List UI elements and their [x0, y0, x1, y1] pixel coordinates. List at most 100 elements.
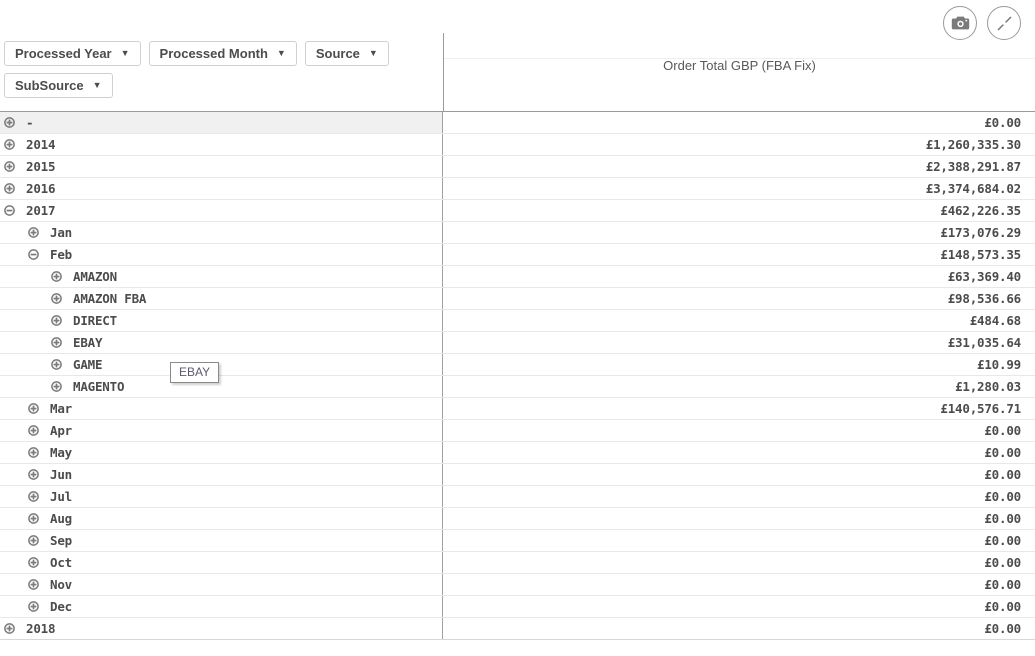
dimension-cell[interactable]: EBAY — [0, 332, 443, 353]
measure-cell[interactable]: £173,076.29 — [443, 222, 1035, 243]
table-row[interactable]: Jul £0.00 — [0, 486, 1035, 508]
measure-cell[interactable]: £0.00 — [443, 530, 1035, 551]
filter-subsource[interactable]: SubSource ▼ — [4, 73, 113, 98]
measure-cell[interactable]: £98,536.66 — [443, 288, 1035, 309]
measure-cell[interactable]: £0.00 — [443, 464, 1035, 485]
dimension-cell[interactable]: - — [0, 112, 443, 133]
dimension-cell[interactable]: 2016 — [0, 178, 443, 199]
expand-icon[interactable] — [28, 557, 39, 568]
dimension-cell[interactable]: Aug — [0, 508, 443, 529]
expand-icon[interactable] — [4, 183, 15, 194]
measure-cell[interactable]: £0.00 — [443, 486, 1035, 507]
table-row[interactable]: 2017 £462,226.35 — [0, 200, 1035, 222]
dimension-cell[interactable]: AMAZON — [0, 266, 443, 287]
measure-cell[interactable]: £10.99 — [443, 354, 1035, 375]
measure-cell[interactable]: £0.00 — [443, 442, 1035, 463]
measure-cell[interactable]: £0.00 — [443, 508, 1035, 529]
table-row[interactable]: Jun £0.00 — [0, 464, 1035, 486]
measure-cell[interactable]: £0.00 — [443, 574, 1035, 595]
dimension-cell[interactable]: Jan — [0, 222, 443, 243]
expand-icon[interactable] — [28, 469, 39, 480]
measure-column-header[interactable]: Order Total GBP (FBA Fix) — [444, 33, 1035, 112]
expand-icon[interactable] — [28, 447, 39, 458]
dimension-cell[interactable]: AMAZON FBA — [0, 288, 443, 309]
table-row[interactable]: 2014 £1,260,335.30 — [0, 134, 1035, 156]
measure-cell[interactable]: £0.00 — [443, 618, 1035, 639]
collapse-icon[interactable] — [28, 249, 39, 260]
measure-cell[interactable]: £2,388,291.87 — [443, 156, 1035, 177]
expand-icon[interactable] — [28, 491, 39, 502]
table-row[interactable]: Nov £0.00 — [0, 574, 1035, 596]
table-row[interactable]: Dec £0.00 — [0, 596, 1035, 618]
expand-icon[interactable] — [28, 535, 39, 546]
dimension-cell[interactable]: Sep — [0, 530, 443, 551]
dimension-cell[interactable]: Nov — [0, 574, 443, 595]
expand-icon[interactable] — [28, 601, 39, 612]
expand-icon[interactable] — [4, 139, 15, 150]
expand-icon[interactable] — [51, 381, 62, 392]
measure-cell[interactable]: £1,280.03 — [443, 376, 1035, 397]
dimension-cell[interactable]: 2018 — [0, 618, 443, 639]
table-row[interactable]: AMAZON £63,369.40 — [0, 266, 1035, 288]
expand-icon[interactable] — [51, 315, 62, 326]
expand-icon[interactable] — [4, 623, 15, 634]
dimension-cell[interactable]: Feb — [0, 244, 443, 265]
expand-icon[interactable] — [51, 271, 62, 282]
table-row[interactable]: - £0.00 — [0, 112, 1035, 134]
table-row[interactable]: Feb £148,573.35 — [0, 244, 1035, 266]
measure-cell[interactable]: £484.68 — [443, 310, 1035, 331]
dimension-cell[interactable]: Dec — [0, 596, 443, 617]
expand-icon[interactable] — [28, 227, 39, 238]
measure-cell[interactable]: £462,226.35 — [443, 200, 1035, 221]
measure-cell[interactable]: £0.00 — [443, 420, 1035, 441]
dimension-cell[interactable]: 2017 — [0, 200, 443, 221]
table-row[interactable]: Mar £140,576.71 — [0, 398, 1035, 420]
table-row[interactable]: GAME £10.99 — [0, 354, 1035, 376]
table-row[interactable]: Jan £173,076.29 — [0, 222, 1035, 244]
measure-cell[interactable]: £140,576.71 — [443, 398, 1035, 419]
dimension-cell[interactable]: Jun — [0, 464, 443, 485]
table-row[interactable]: Sep £0.00 — [0, 530, 1035, 552]
expand-icon[interactable] — [51, 337, 62, 348]
dimension-cell[interactable]: MAGENTO — [0, 376, 443, 397]
filter-processed-year[interactable]: Processed Year ▼ — [4, 41, 141, 66]
table-row[interactable]: 2016 £3,374,684.02 — [0, 178, 1035, 200]
expand-icon[interactable] — [28, 579, 39, 590]
measure-cell[interactable]: £63,369.40 — [443, 266, 1035, 287]
expand-icon[interactable] — [4, 161, 15, 172]
table-row[interactable]: May £0.00 — [0, 442, 1035, 464]
dimension-cell[interactable]: Jul — [0, 486, 443, 507]
table-row[interactable]: Aug £0.00 — [0, 508, 1035, 530]
table-row[interactable]: Oct £0.00 — [0, 552, 1035, 574]
expand-icon[interactable] — [51, 293, 62, 304]
expand-icon[interactable] — [28, 513, 39, 524]
dimension-cell[interactable]: GAME — [0, 354, 443, 375]
table-row[interactable]: AMAZON FBA £98,536.66 — [0, 288, 1035, 310]
snapshot-button[interactable] — [943, 6, 977, 40]
measure-cell[interactable]: £31,035.64 — [443, 332, 1035, 353]
expand-icon[interactable] — [51, 359, 62, 370]
measure-cell[interactable]: £3,374,684.02 — [443, 178, 1035, 199]
table-row[interactable]: DIRECT £484.68 — [0, 310, 1035, 332]
measure-cell[interactable]: £1,260,335.30 — [443, 134, 1035, 155]
dimension-cell[interactable]: Mar — [0, 398, 443, 419]
measure-cell[interactable]: £148,573.35 — [443, 244, 1035, 265]
measure-cell[interactable]: £0.00 — [443, 552, 1035, 573]
filter-source[interactable]: Source ▼ — [304, 41, 389, 66]
dimension-cell[interactable]: 2015 — [0, 156, 443, 177]
table-row[interactable]: MAGENTO £1,280.03 — [0, 376, 1035, 398]
fullscreen-button[interactable] — [987, 6, 1021, 40]
filter-processed-month[interactable]: Processed Month ▼ — [148, 41, 297, 66]
measure-cell[interactable]: £0.00 — [443, 112, 1035, 133]
expand-icon[interactable] — [28, 425, 39, 436]
collapse-icon[interactable] — [4, 205, 15, 216]
expand-icon[interactable] — [4, 117, 15, 128]
table-row[interactable]: 2018 £0.00 — [0, 618, 1035, 640]
dimension-cell[interactable]: May — [0, 442, 443, 463]
dimension-cell[interactable]: DIRECT — [0, 310, 443, 331]
dimension-cell[interactable]: 2014 — [0, 134, 443, 155]
table-row[interactable]: 2015 £2,388,291.87 — [0, 156, 1035, 178]
table-row[interactable]: Apr £0.00 — [0, 420, 1035, 442]
dimension-cell[interactable]: Oct — [0, 552, 443, 573]
measure-cell[interactable]: £0.00 — [443, 596, 1035, 617]
